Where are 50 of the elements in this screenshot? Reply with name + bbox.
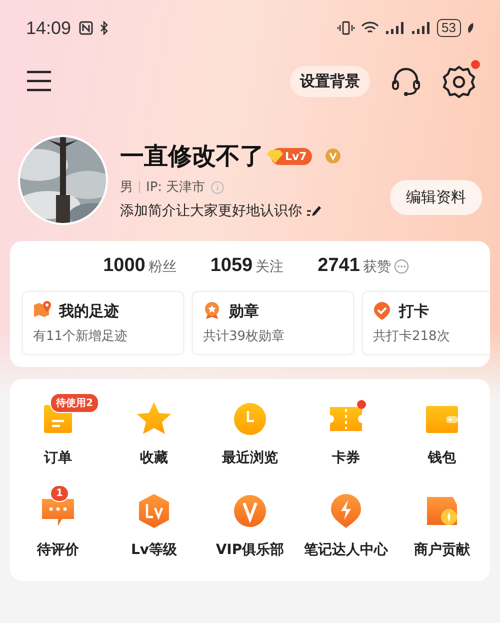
stat-label: 粉丝 xyxy=(148,258,176,276)
shortcut-subtitle: 共计39枚勋章 xyxy=(203,328,286,345)
battery-level: 53 xyxy=(436,19,461,37)
signal-icon xyxy=(410,21,431,35)
grid-entry[interactable]: 1 待评价 xyxy=(10,483,106,559)
wifi-icon xyxy=(360,21,379,35)
more-icon[interactable] xyxy=(394,258,409,274)
shortcut-title: 打卡 xyxy=(399,302,429,320)
stat-count: 1059 xyxy=(210,255,253,277)
grid-entry[interactable]: VIP俱乐部 xyxy=(202,483,298,559)
shortcut-title: 我的足迹 xyxy=(59,302,119,320)
vibrate-icon xyxy=(336,21,355,35)
count-badge: 1 xyxy=(50,485,69,502)
menu-icon[interactable] xyxy=(26,70,52,92)
signal-icon xyxy=(384,21,405,35)
headset-icon[interactable] xyxy=(390,65,422,97)
leaf-icon xyxy=(467,22,474,34)
grid-entry[interactable]: 待使用2 订单 xyxy=(10,391,106,467)
ip-location: IP: 天津市 xyxy=(146,179,206,196)
clock-time: 14:09 xyxy=(26,18,72,38)
shortcut-subtitle: 有11个新增足迹 xyxy=(33,328,129,345)
grid-entry[interactable]: 笔记达人中心 xyxy=(298,483,394,559)
stat-label: 关注 xyxy=(256,258,284,276)
grid-entry[interactable]: 钱包 xyxy=(394,391,490,467)
diamond-icon xyxy=(267,149,283,163)
grid-entry[interactable]: 商户贡献 xyxy=(394,483,490,559)
grid-entry[interactable]: 收藏 xyxy=(106,391,202,467)
edit-profile-button[interactable]: 编辑资料 xyxy=(390,180,482,215)
stat-label: 获赞 xyxy=(362,258,391,276)
grid-entry[interactable]: 最近浏览 xyxy=(202,391,298,467)
gender-label: 男 xyxy=(120,179,133,196)
shortcut-card[interactable]: 勋章 共计39枚勋章 xyxy=(192,291,354,355)
shortcut-card[interactable]: 打卡 共打卡218次 xyxy=(362,291,490,355)
stat-count: 1000 xyxy=(103,255,146,277)
edit-icon[interactable] xyxy=(306,204,322,218)
shortcut-card[interactable]: 我的足迹 有11个新增足迹 xyxy=(22,291,184,355)
bluetooth-icon xyxy=(99,21,110,35)
info-icon xyxy=(211,180,224,194)
stat-count: 2741 xyxy=(318,255,360,277)
grid-entry[interactable]: 卡券 xyxy=(298,391,394,467)
set-background-button[interactable]: 设置背景 xyxy=(290,66,370,96)
settings-icon[interactable] xyxy=(442,64,476,98)
shortcut-title: 勋章 xyxy=(229,302,259,320)
nfc-icon xyxy=(79,21,94,35)
user-name: 一直修改不了 xyxy=(120,141,264,172)
bio-text: 添加简介让大家更好地认识你 xyxy=(120,202,302,220)
location-check-icon xyxy=(373,301,393,321)
shortcut-subtitle: 共打卡218次 xyxy=(373,328,451,345)
grid-entry[interactable]: Lv等级 xyxy=(106,483,202,559)
count-badge: 待使用2 xyxy=(50,393,99,413)
